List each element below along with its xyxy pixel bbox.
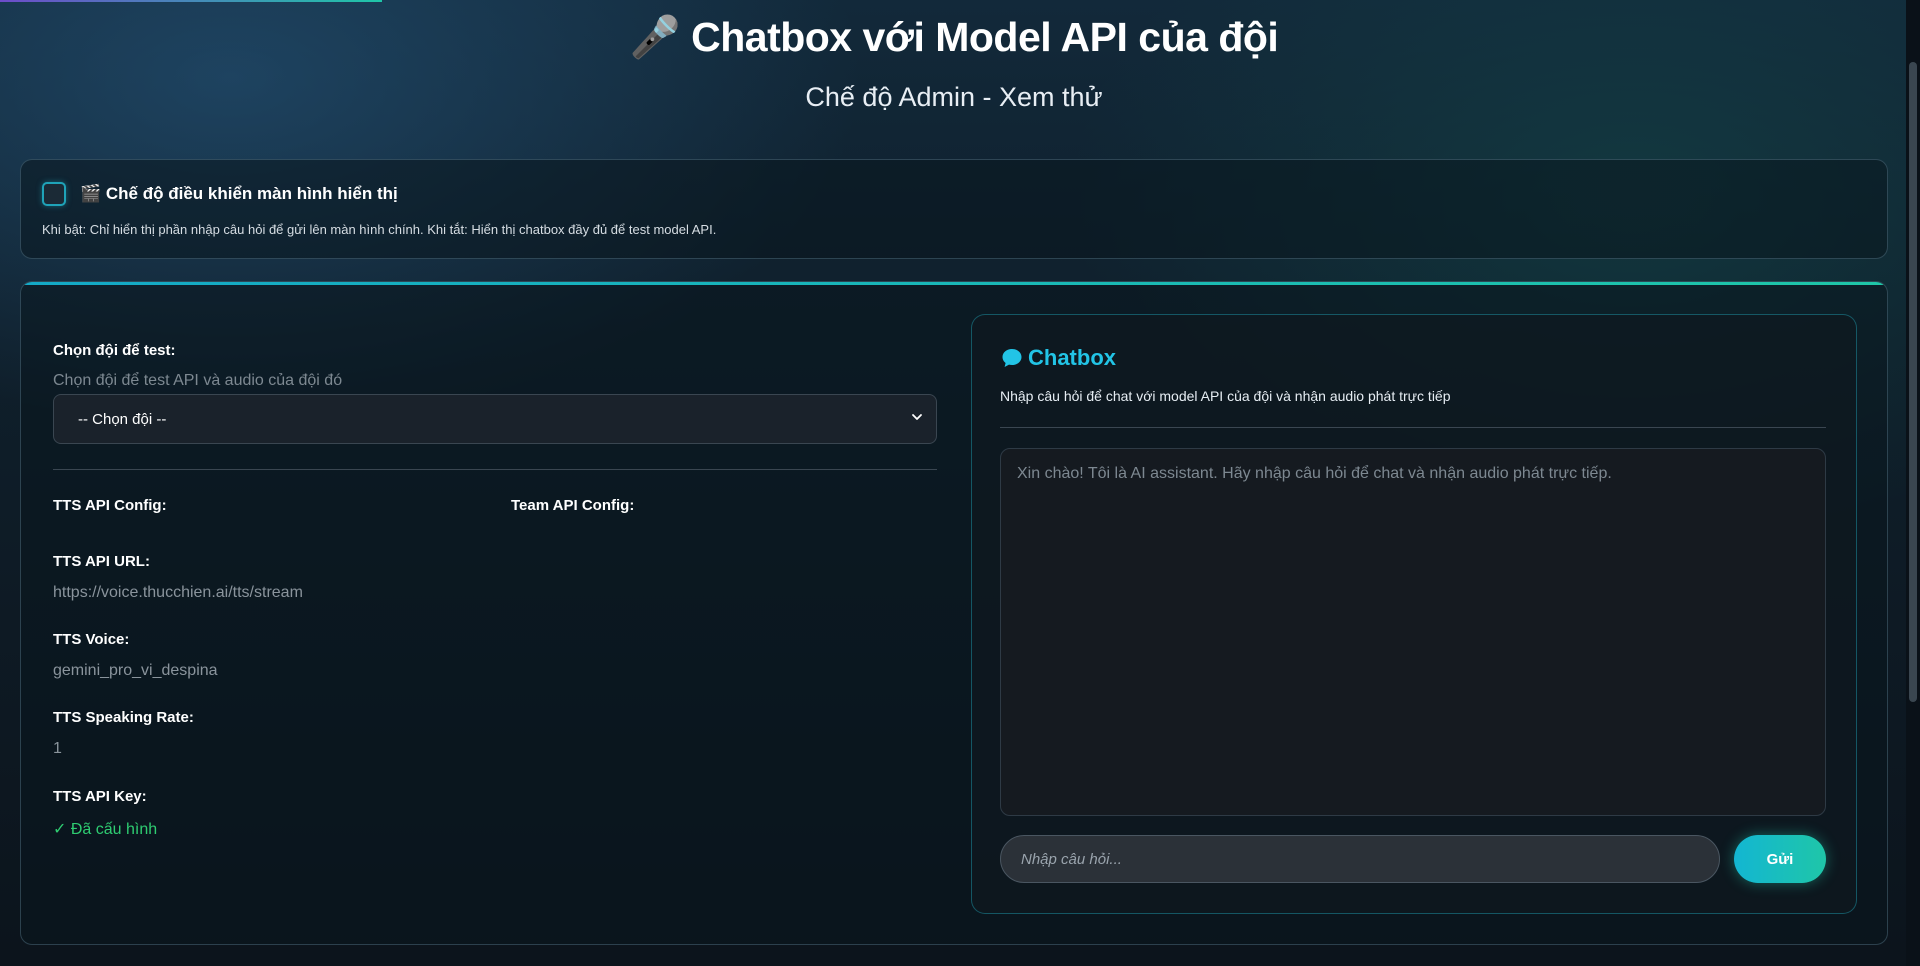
team-select-label: Chọn đội để test:	[53, 342, 176, 359]
chevron-down-icon	[912, 414, 922, 420]
panel-accent-bar	[21, 282, 1887, 285]
tts-key-label: TTS API Key:	[53, 788, 147, 805]
send-button[interactable]: Gửi	[1734, 835, 1826, 883]
team-select[interactable]: -- Chọn đội --	[53, 394, 937, 444]
team-select-value: -- Chọn đội --	[78, 410, 167, 428]
team-config-heading: Team API Config:	[511, 497, 635, 514]
page-title: 🎤 Chatbox với Model API của đội	[629, 14, 1279, 60]
display-mode-description: Khi bật: Chỉ hiển thị phần nhập câu hỏi …	[42, 222, 717, 237]
tts-voice-label: TTS Voice:	[53, 631, 130, 648]
page-subtitle: Chế độ Admin - Xem thử	[805, 82, 1103, 112]
page-scrollbar[interactable]	[1906, 0, 1920, 966]
display-mode-label: 🎬 Chế độ điều khiển màn hình hiển thị	[80, 184, 398, 203]
scrollbar-thumb[interactable]	[1909, 62, 1917, 702]
chatbox-divider	[1000, 427, 1826, 428]
chat-input[interactable]	[1000, 835, 1720, 883]
tts-rate-label: TTS Speaking Rate:	[53, 709, 194, 726]
section-divider	[53, 469, 937, 470]
chatbox-title: Chatbox	[1000, 345, 1116, 371]
display-control-panel: 🎬 Chế độ điều khiển màn hình hiển thị Kh…	[20, 159, 1888, 259]
team-select-hint: Chọn đội để test API và audio của đội đó	[53, 372, 343, 389]
page-load-progress	[0, 0, 382, 2]
main-panel: Chọn đội để test: Chọn đội để test API v…	[20, 281, 1888, 945]
welcome-message: Xin chào! Tôi là AI assistant. Hãy nhập …	[1017, 465, 1612, 482]
tts-rate-value: 1	[53, 740, 62, 757]
chat-messages[interactable]: Xin chào! Tôi là AI assistant. Hãy nhập …	[1000, 448, 1826, 816]
tts-url-label: TTS API URL:	[53, 553, 150, 570]
chatbox-panel: Chatbox Nhập câu hỏi để chat với model A…	[971, 314, 1857, 914]
display-mode-toggle[interactable]: 🎬 Chế độ điều khiển màn hình hiển thị	[42, 182, 398, 206]
display-mode-checkbox[interactable]	[42, 182, 66, 206]
tts-voice-value: gemini_pro_vi_despina	[53, 662, 218, 679]
tts-config-heading: TTS API Config:	[53, 497, 167, 514]
chatbox-description: Nhập câu hỏi để chat với model API của đ…	[1000, 388, 1451, 404]
chatbox-title-text: Chatbox	[1028, 345, 1116, 370]
tts-key-status: ✓ Đã cấu hình	[53, 821, 158, 838]
speech-bubble-icon	[1002, 349, 1022, 367]
tts-url-value: https://voice.thucchien.ai/tts/stream	[53, 584, 303, 601]
